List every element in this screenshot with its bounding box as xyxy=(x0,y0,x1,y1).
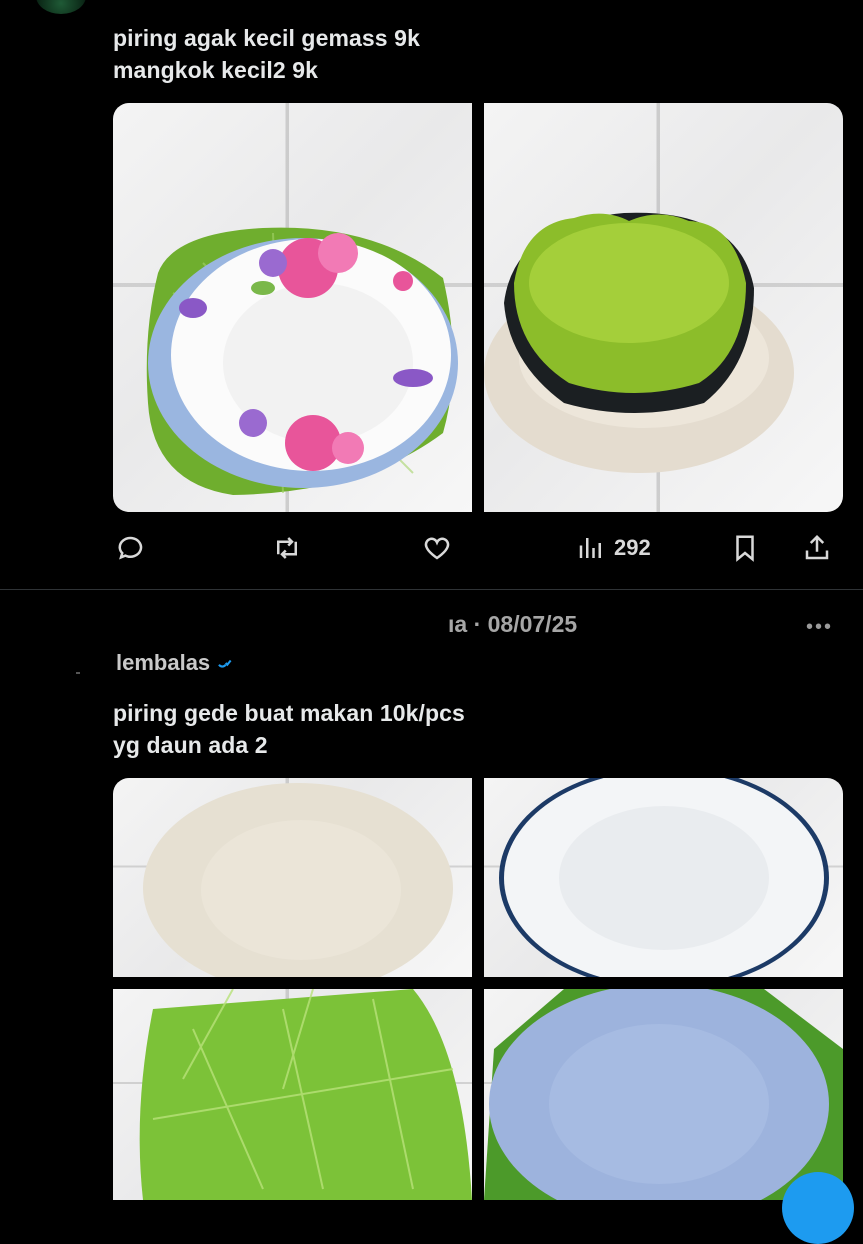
bookmark-icon xyxy=(736,535,754,562)
views-icon xyxy=(579,538,601,558)
photo-bowls[interactable] xyxy=(484,103,843,512)
tweet-text-line: yg daun ada 2 xyxy=(113,732,268,758)
floral-plate-illustration xyxy=(146,227,458,495)
bowls-illustration xyxy=(484,212,794,473)
reply-button[interactable] xyxy=(116,528,146,568)
more-icon[interactable]: ••• xyxy=(806,616,833,639)
compose-button[interactable] xyxy=(782,1172,854,1244)
tweet-divider xyxy=(0,589,863,590)
like-icon xyxy=(424,537,450,560)
views-button[interactable]: 292 xyxy=(576,528,651,568)
tweet-text-line: piring gede buat makan 10k/pcs xyxy=(113,700,465,726)
views-count: 292 xyxy=(614,535,651,560)
media-grid xyxy=(113,778,843,1200)
retweet-icon xyxy=(277,537,297,559)
reply-icon xyxy=(118,536,143,560)
avatar[interactable] xyxy=(36,0,86,14)
tweet-actions: 292 xyxy=(112,528,842,568)
leaf-plate-illustration xyxy=(139,989,472,1200)
share-button[interactable] xyxy=(802,528,832,568)
reply-label: lembalas xyxy=(116,650,211,675)
retweet-button[interactable] xyxy=(272,528,302,568)
photo-beige-plate[interactable] xyxy=(113,778,472,977)
photo-leaf-plate[interactable] xyxy=(113,989,472,1200)
media-grid xyxy=(113,103,843,512)
photo-floral-plate[interactable] xyxy=(113,103,472,512)
tweet-header-meta[interactable]: ıa · 08/07/25 xyxy=(448,611,577,638)
thread-dot xyxy=(76,672,80,674)
tweet-text-line: mangkok kecil2 9k xyxy=(113,57,318,83)
blue-plate-illustration xyxy=(484,989,843,1200)
like-button[interactable] xyxy=(422,528,452,568)
share-icon xyxy=(805,534,829,560)
bookmark-button[interactable] xyxy=(730,528,760,568)
tweet-text-line: piring agak kecil gemass 9k xyxy=(113,25,420,51)
tweet-text: piring gede buat makan 10k/pcs yg daun a… xyxy=(113,697,465,761)
reply-context: lembalas xyxy=(116,650,234,676)
photo-white-plate[interactable] xyxy=(484,778,843,977)
white-plate-illustration xyxy=(499,778,829,977)
beige-plate-illustration xyxy=(143,783,453,977)
tweet-text: piring agak kecil gemass 9k mangkok keci… xyxy=(113,22,420,86)
photo-blue-plate[interactable] xyxy=(484,989,843,1200)
verified-icon xyxy=(218,659,232,668)
